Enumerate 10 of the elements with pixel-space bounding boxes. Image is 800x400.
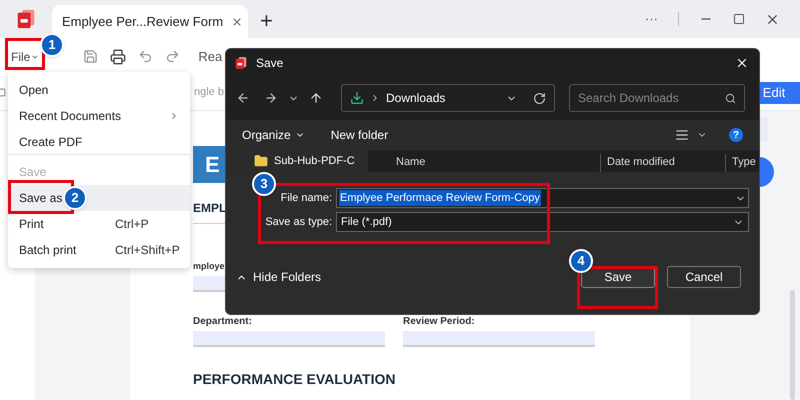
field-label: Review Period: <box>403 314 476 328</box>
file-name-label: File name: <box>280 190 332 206</box>
file-type-label: Save as type: <box>264 214 332 230</box>
field-label: Department: <box>193 314 253 328</box>
section-heading: EMPL <box>193 200 226 217</box>
toolbar-hint: ngle b <box>194 85 224 100</box>
form-title: E <box>205 151 220 179</box>
section-heading: PERFORMANCE EVALUATION <box>193 370 396 388</box>
dialog-title: Save <box>256 54 284 72</box>
field-label: mploye <box>193 260 225 273</box>
